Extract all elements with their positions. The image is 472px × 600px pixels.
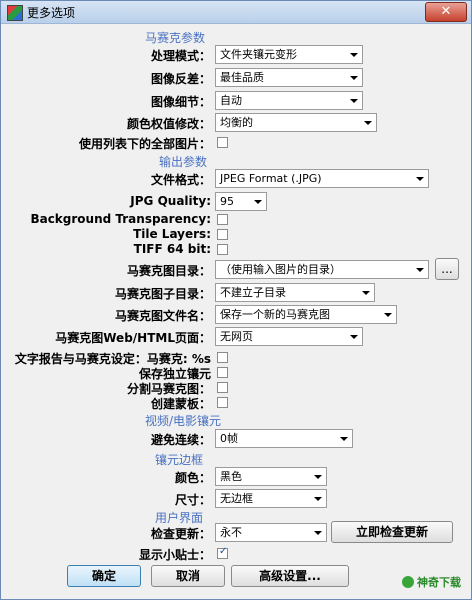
detail-label: 图像细节：	[150, 95, 211, 109]
detail-value: 自动	[220, 94, 242, 107]
border-size-label: 尺寸：	[174, 493, 211, 507]
invert-label: 图像反差：	[150, 72, 211, 86]
detail-select[interactable]: 自动	[215, 91, 363, 110]
section-border: 镶元边框	[155, 453, 204, 467]
cancel-button[interactable]: 取消	[151, 565, 225, 587]
web-page-value: 无网页	[220, 330, 253, 343]
use-list-checkbox[interactable]	[217, 137, 228, 148]
check-update-value: 永不	[220, 526, 242, 539]
mosaic-dir-select[interactable]: （使用输入图片的目录）	[215, 260, 429, 279]
section-output: 输出参数	[159, 155, 208, 169]
tiff64-label: TIFF 64 bit:	[133, 242, 211, 256]
chevron-down-icon	[416, 177, 424, 181]
create-mask-label: 创建蒙板：	[150, 397, 211, 411]
chevron-down-icon	[350, 76, 358, 80]
avoid-consecutive-select[interactable]: 0帧	[215, 429, 353, 448]
process-mode-label: 处理模式：	[150, 49, 211, 63]
chevron-down-icon	[350, 99, 358, 103]
file-name-select[interactable]: 保存一个新的马赛克图	[215, 305, 397, 324]
border-color-select[interactable]: 黑色	[215, 467, 327, 486]
title-bar[interactable]: 更多选项 ✕	[1, 1, 471, 24]
app-icon	[7, 5, 23, 21]
web-page-select[interactable]: 无网页	[215, 327, 363, 346]
show-tips-checkbox[interactable]	[217, 546, 228, 559]
create-mask-checkbox[interactable]	[217, 397, 228, 408]
chevron-down-icon	[314, 475, 322, 479]
chevron-down-icon	[416, 268, 424, 272]
border-color-label: 颜色：	[174, 471, 211, 485]
jpg-quality-label: JPG Quality:	[130, 194, 211, 208]
bg-transparency-checkbox[interactable]	[217, 214, 228, 225]
section-ui: 用户界面	[155, 511, 204, 525]
chevron-down-icon	[362, 291, 370, 295]
chevron-down-icon	[350, 335, 358, 339]
jpg-quality-select[interactable]: 95	[215, 192, 267, 211]
save-tiles-checkbox[interactable]	[217, 367, 228, 378]
tiff64-checkbox[interactable]	[217, 244, 228, 255]
tile-layers-checkbox[interactable]	[217, 229, 228, 240]
color-weight-label: 颜色权值修改：	[126, 117, 211, 131]
chevron-down-icon	[384, 313, 392, 317]
watermark-logo: 神奇下载	[393, 573, 461, 593]
leaf-icon	[402, 576, 414, 588]
ok-button[interactable]: 确定	[67, 565, 141, 587]
chevron-down-icon	[314, 531, 322, 535]
sub-dir-select[interactable]: 不建立子目录	[215, 283, 375, 302]
text-report-checkbox[interactable]	[217, 352, 228, 363]
advanced-settings-button[interactable]: 高级设置...	[231, 565, 349, 587]
bg-transparency-label: Background Transparency:	[30, 212, 211, 226]
file-name-value: 保存一个新的马赛克图	[220, 308, 330, 321]
check-update-now-button[interactable]: 立即检查更新	[331, 521, 453, 543]
border-size-value: 无边框	[220, 492, 253, 505]
border-size-select[interactable]: 无边框	[215, 489, 327, 508]
process-mode-select[interactable]: 文件夹镶元变形	[215, 45, 363, 64]
chevron-down-icon	[364, 121, 372, 125]
watermark-text: 神奇下载	[417, 576, 461, 589]
format-value: JPEG Format (.JPG)	[220, 172, 322, 185]
section-mosaic: 马赛克参数	[145, 31, 206, 45]
tile-layers-label: Tile Layers:	[133, 227, 211, 241]
invert-value: 最佳品质	[220, 71, 264, 84]
chevron-down-icon	[350, 53, 358, 57]
color-weight-select[interactable]: 均衡的	[215, 113, 377, 132]
split-checkbox[interactable]	[217, 382, 228, 393]
show-tips-label: 显示小贴士：	[138, 548, 211, 562]
format-label: 文件格式：	[150, 173, 211, 187]
options-dialog: 更多选项 ✕ 马赛克参数 处理模式： 文件夹镶元变形 图像反差： 最佳品质 图像…	[0, 0, 472, 600]
section-video: 视频/电影镶元	[145, 414, 222, 428]
jpg-quality-value: 95	[220, 195, 234, 208]
chevron-down-icon	[314, 497, 322, 501]
window-title: 更多选项	[27, 6, 76, 20]
close-button[interactable]: ✕	[425, 2, 467, 22]
chevron-down-icon	[340, 437, 348, 441]
avoid-consecutive-value: 0帧	[220, 432, 238, 445]
sub-dir-value: 不建立子目录	[220, 286, 286, 299]
color-weight-value: 均衡的	[220, 116, 253, 129]
invert-select[interactable]: 最佳品质	[215, 68, 363, 87]
border-color-value: 黑色	[220, 470, 242, 483]
sub-dir-label: 马赛克图子目录：	[114, 287, 211, 301]
mosaic-dir-value: （使用输入图片的目录）	[220, 263, 341, 276]
check-update-label: 检查更新：	[150, 527, 211, 541]
avoid-consecutive-label: 避免连续：	[150, 433, 211, 447]
file-name-label: 马赛克图文件名：	[114, 309, 211, 323]
options-content: 马赛克参数 处理模式： 文件夹镶元变形 图像反差： 最佳品质 图像细节： 自动 …	[5, 25, 467, 597]
web-page-label: 马赛克图Web/HTML页面：	[55, 331, 211, 345]
mosaic-dir-label: 马赛克图目录：	[126, 264, 211, 278]
browse-dir-button[interactable]: ...	[435, 258, 459, 280]
chevron-down-icon	[254, 200, 262, 204]
check-update-select[interactable]: 永不	[215, 523, 327, 542]
format-select[interactable]: JPEG Format (.JPG)	[215, 169, 429, 188]
process-mode-value: 文件夹镶元变形	[220, 48, 297, 61]
use-list-label: 使用列表下的全部图片：	[78, 137, 211, 151]
